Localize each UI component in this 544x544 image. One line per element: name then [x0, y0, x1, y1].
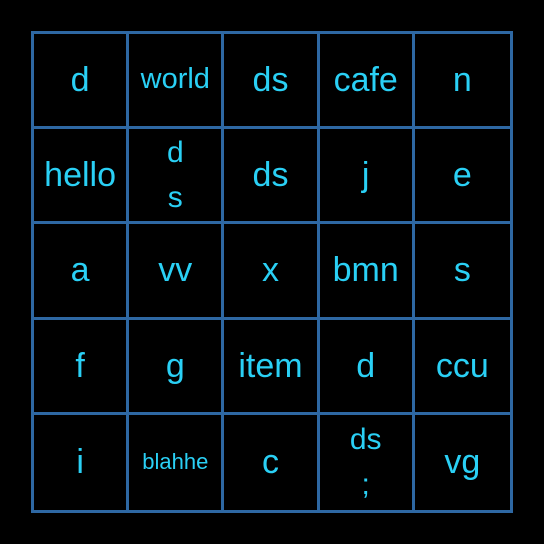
bingo-cell[interactable]: ds	[224, 34, 320, 130]
bingo-cell[interactable]: hello	[34, 129, 130, 225]
bingo-board: d world ds cafe n hello d s ds j e a vv x bmn s f g item d…	[31, 31, 513, 513]
bingo-cell[interactable]: ds ;	[320, 414, 415, 510]
bingo-cell[interactable]: s	[414, 224, 510, 320]
bingo-cell[interactable]: d	[319, 319, 415, 415]
bingo-cell[interactable]: e	[414, 129, 510, 225]
bingo-cell[interactable]: g	[129, 319, 225, 415]
bingo-cell[interactable]: d	[34, 34, 130, 130]
bingo-cell[interactable]: c	[224, 414, 320, 510]
bingo-cell[interactable]: d s	[129, 129, 225, 225]
bingo-cell[interactable]: blahhe	[129, 414, 225, 510]
bingo-cell[interactable]: world	[129, 34, 225, 130]
bingo-cell[interactable]: ds	[224, 129, 320, 225]
bingo-cell[interactable]: vg	[415, 415, 510, 510]
bingo-cell[interactable]: i	[34, 414, 130, 510]
bingo-cell[interactable]: f	[34, 319, 130, 415]
bingo-cell[interactable]: n	[414, 34, 510, 130]
bingo-cell[interactable]: a	[34, 224, 130, 320]
bingo-cell[interactable]: j	[319, 129, 415, 225]
bingo-cell[interactable]: x	[224, 224, 320, 320]
bingo-cell[interactable]: cafe	[319, 34, 415, 130]
bingo-cell[interactable]: ccu	[414, 320, 510, 415]
bingo-cell[interactable]: item	[224, 319, 320, 415]
bingo-cell[interactable]: bmn	[319, 224, 415, 320]
bingo-cell[interactable]: vv	[129, 224, 225, 320]
